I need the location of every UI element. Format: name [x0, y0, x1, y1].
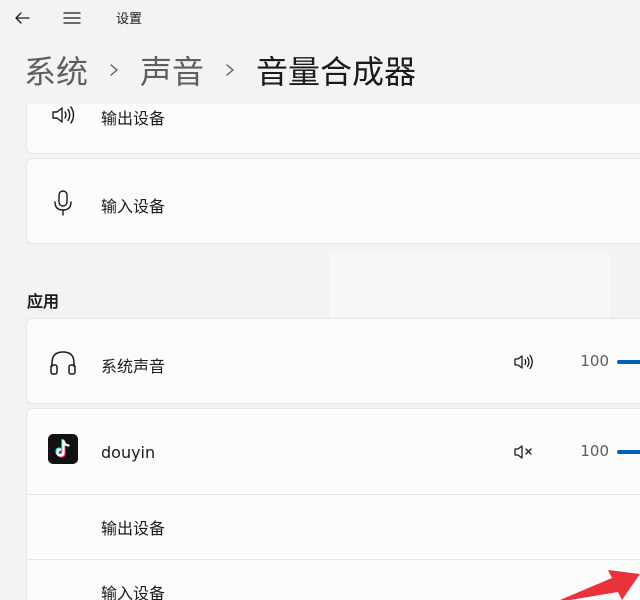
- input-device-label: 输入设备: [101, 197, 166, 216]
- speaker-icon: [514, 354, 533, 370]
- content-scroll-area[interactable]: 输出设备 输入设备 应用 系统声音 100 douyin 100 输出设备 输入…: [0, 104, 640, 600]
- apps-section-title: 应用: [27, 292, 60, 311]
- volume-value: 100: [580, 442, 609, 460]
- app-name: douyin: [101, 443, 156, 462]
- back-arrow-icon: [15, 12, 30, 24]
- app-name: 系统声音: [101, 357, 166, 376]
- sub-item-label: 输出设备: [101, 519, 166, 538]
- breadcrumb: 系统 声音 音量合成器: [24, 44, 416, 96]
- sub-item-label: 输入设备: [101, 584, 166, 600]
- settings-window: 设置 系统 声音 音量合成器 输出设备 输入设备 应用 系统声音 100 dou…: [0, 0, 640, 600]
- breadcrumb-item-sound[interactable]: 声音: [140, 47, 204, 93]
- tiktok-logo-icon: [47, 433, 79, 465]
- hamburger-menu-icon: [63, 12, 81, 24]
- breadcrumb-item-system[interactable]: 系统: [24, 47, 88, 93]
- douyin-input-device-row[interactable]: 输入设备: [27, 560, 640, 600]
- title-bar: 设置: [0, 0, 640, 36]
- chevron-right-icon: [204, 44, 256, 96]
- volume-slider[interactable]: [617, 450, 640, 454]
- output-device-label: 输出设备: [101, 109, 166, 128]
- back-button[interactable]: [8, 6, 36, 30]
- volume-slider[interactable]: [617, 360, 640, 364]
- input-device-card[interactable]: 输入设备: [26, 158, 640, 244]
- douyin-output-device-row[interactable]: 输出设备: [27, 495, 640, 559]
- output-device-card[interactable]: 输出设备: [26, 104, 640, 154]
- chevron-right-icon: [88, 44, 140, 96]
- volume-value: 100: [580, 352, 609, 370]
- headphones-icon: [47, 347, 79, 379]
- mute-toggle-button[interactable]: [511, 439, 537, 465]
- mute-toggle-button[interactable]: [511, 349, 537, 375]
- speaker-icon: [47, 104, 79, 131]
- speaker-muted-icon: [514, 445, 532, 459]
- app-row-douyin[interactable]: douyin 100 输出设备 输入设备: [26, 408, 640, 600]
- microphone-icon: [47, 187, 79, 219]
- app-row-system-sounds[interactable]: 系统声音 100: [26, 318, 640, 404]
- window-title: 设置: [116, 12, 143, 27]
- annotation-arrow-icon: [560, 570, 640, 600]
- overlay-panel: [330, 252, 610, 324]
- page-title: 音量合成器: [256, 53, 417, 91]
- navigation-menu-button[interactable]: [58, 6, 86, 30]
